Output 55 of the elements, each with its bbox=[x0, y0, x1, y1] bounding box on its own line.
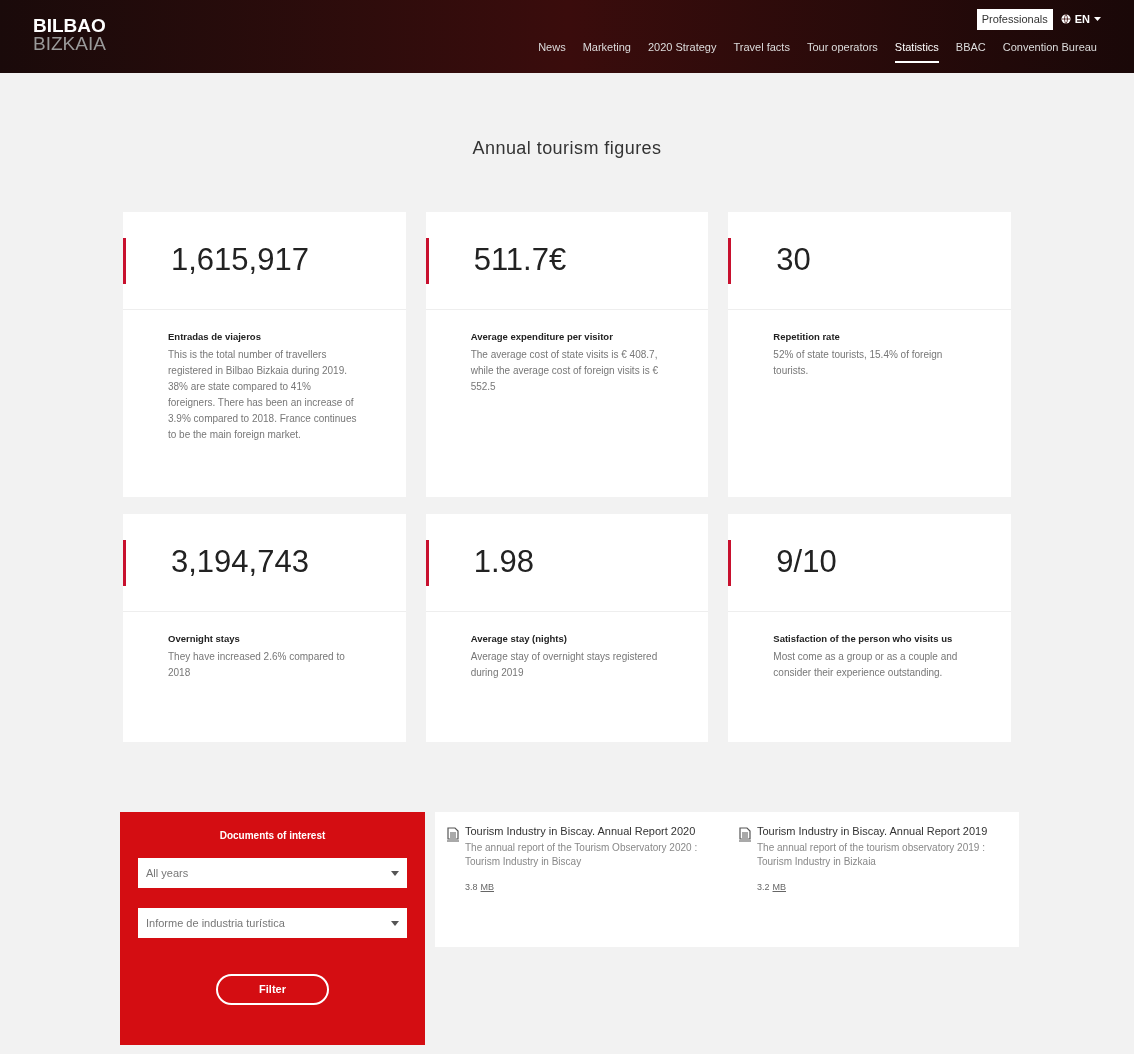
accent-bar bbox=[728, 237, 732, 284]
figure-label: Average stay (nights) bbox=[470, 632, 568, 646]
nav-link[interactable]: News bbox=[538, 38, 566, 63]
logo-text[interactable]: BIZKAIA bbox=[33, 34, 106, 53]
file-size: 3.8 bbox=[465, 881, 478, 894]
figure-value: 3,194,743 bbox=[171, 543, 309, 582]
figure-description: They have increased 2.6% compared to 2018 bbox=[168, 650, 346, 681]
filter-button[interactable]: Filter bbox=[216, 974, 329, 1005]
document-description: The annual report of the tourism observatory 2019 : Tourism Industry in Bizkaia bbox=[757, 841, 986, 869]
download-link[interactable]: MB bbox=[480, 881, 494, 895]
figure-label: Satisfaction of the person who visits us bbox=[773, 632, 954, 646]
nav-link[interactable]: Convention Bureau bbox=[1002, 38, 1097, 63]
document-title[interactable]: Tourism Industry in Biscay. Annual Report 2020 bbox=[465, 824, 707, 838]
professionals-link[interactable]: Professionals bbox=[976, 9, 1053, 30]
figure-value: 9/10 bbox=[776, 543, 837, 582]
document-description: The annual report of the Tourism Observatory 2020 : Tourism Industry in Biscay bbox=[465, 841, 699, 869]
figure-description: This is the total number of travellers registered in Bilbao Bizkaia during 2019. 38% are state compared to 41% foreigners. There has been an increase of 3.9% compared to 2018. France continues to be the main foreign market. bbox=[168, 348, 358, 443]
panel-title: Documents of interest bbox=[218, 829, 327, 843]
accent-bar bbox=[425, 539, 429, 586]
accent-bar bbox=[123, 539, 126, 586]
page-title: Annual tourism figures bbox=[471, 137, 663, 160]
nav-link[interactable]: BBAC bbox=[955, 38, 986, 63]
caret-icon bbox=[391, 870, 399, 876]
nav-link[interactable]: Tour operators bbox=[806, 38, 878, 63]
document-icon bbox=[739, 827, 751, 842]
globe-icon bbox=[1060, 14, 1071, 25]
caret-icon bbox=[391, 920, 399, 926]
figure-description: Average stay of overnight stays registered during 2019 bbox=[470, 650, 659, 681]
accent-bar bbox=[425, 237, 429, 284]
figure-value: 511.7€ bbox=[473, 241, 567, 280]
figure-value: 30 bbox=[776, 241, 811, 280]
figure-description: Most come as a group or as a couple and consider their experience outstanding. bbox=[773, 650, 959, 681]
year-select[interactable]: All years bbox=[138, 858, 407, 888]
download-link[interactable]: MB bbox=[772, 881, 786, 895]
accent-bar bbox=[123, 237, 126, 284]
accent-bar bbox=[728, 539, 732, 586]
type-select[interactable]: Informe de industria turística bbox=[138, 908, 407, 938]
figure-label: Overnight stays bbox=[168, 632, 241, 646]
figure-label: Entradas de viajeros bbox=[168, 330, 262, 344]
figure-description: The average cost of state visits is € 408.7, while the average cost of foreign visits is € 552.5 bbox=[470, 348, 659, 395]
nav-link[interactable]: Statistics bbox=[894, 38, 939, 63]
figure-label: Average expenditure per visitor bbox=[470, 330, 614, 344]
figure-label: Repetition rate bbox=[773, 330, 841, 344]
nav-link[interactable]: Marketing bbox=[582, 38, 631, 63]
figure-value: 1,615,917 bbox=[171, 241, 309, 280]
logo-text[interactable]: BILBAO bbox=[33, 16, 106, 35]
language-selector[interactable]: EN bbox=[1060, 11, 1101, 28]
file-size: 3.2 bbox=[757, 881, 770, 894]
figure-value: 1.98 bbox=[473, 543, 534, 582]
nav-link[interactable]: 2020 Strategy bbox=[647, 38, 717, 63]
figure-description: 52% of state tourists, 15.4% of foreign tourists. bbox=[773, 348, 944, 379]
document-title[interactable]: Tourism Industry in Biscay. Annual Report 2019 bbox=[757, 824, 999, 838]
caret-icon bbox=[1094, 17, 1101, 22]
document-icon bbox=[447, 827, 459, 842]
nav-link[interactable]: Travel facts bbox=[733, 38, 790, 63]
